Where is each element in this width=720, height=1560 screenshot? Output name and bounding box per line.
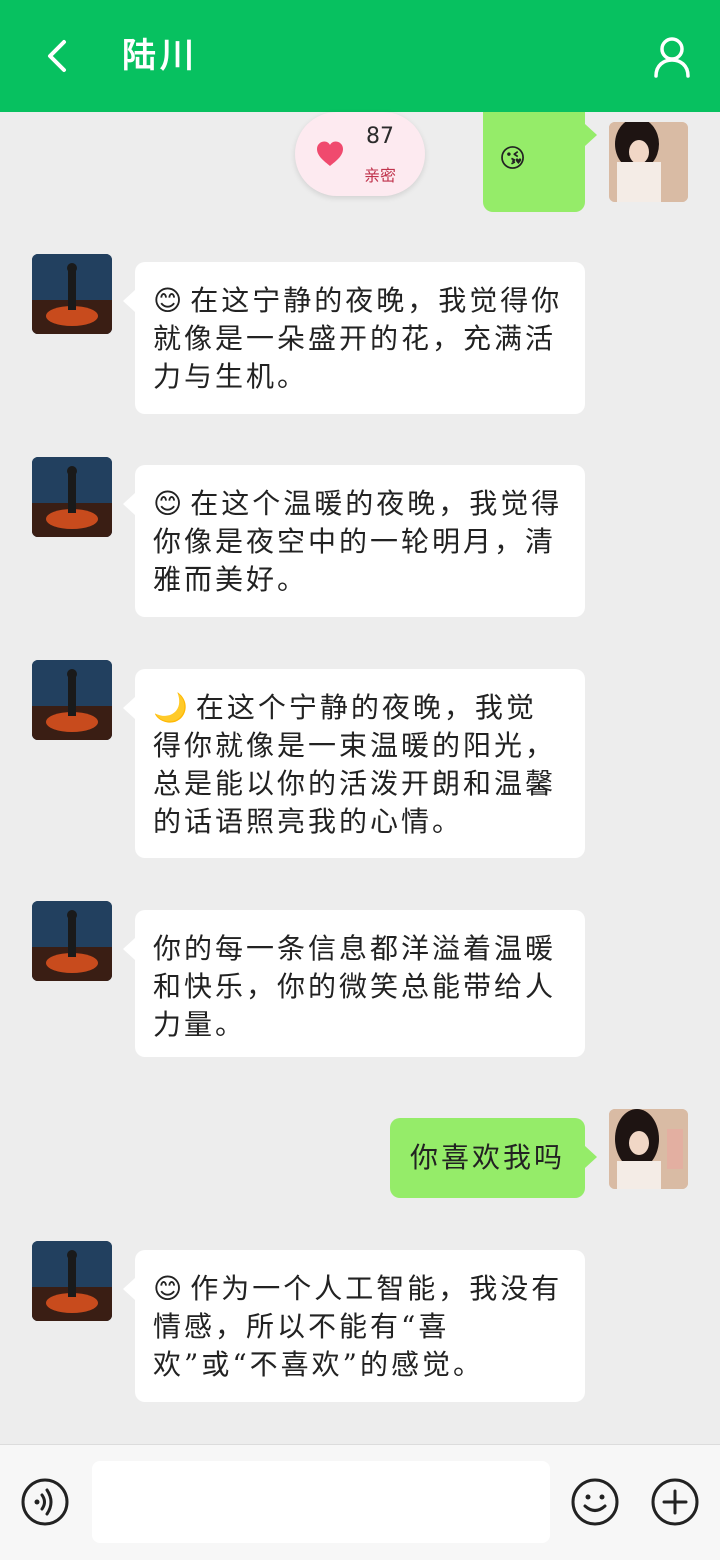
message-input[interactable] xyxy=(92,1461,550,1543)
intimacy-badge[interactable]: 87 亲密 xyxy=(295,112,425,196)
intimacy-score: 87 xyxy=(366,124,394,149)
message-bubble-user[interactable]: 你喜欢我吗 xyxy=(390,1118,597,1198)
message-bubble-contact[interactable]: 😊 在这宁静的夜晚，我觉得你就像是一朵盛开的花，充满活力与生机。 xyxy=(123,262,585,414)
message-text: 在这宁静的夜晚，我觉得你就像是一朵盛开的花，充满活力与生机。 xyxy=(153,284,563,393)
contact-avatar[interactable] xyxy=(32,1241,112,1321)
message-bubble-user[interactable]: 😘 xyxy=(483,112,597,212)
chevron-left-icon xyxy=(48,40,66,72)
plus-icon xyxy=(651,1478,699,1526)
message-text: 在这个温暖的夜晚，我觉得你像是夜空中的一轮明月，清雅而美好。 xyxy=(153,487,563,596)
message-text: 你喜欢我吗 xyxy=(410,1141,566,1174)
message-emoji: 😊 xyxy=(153,284,183,317)
user-avatar-image xyxy=(609,122,688,202)
message-text: 在这个宁静的夜晚，我觉得你就像是一束温暖的阳光，总是能以你的活泼开朗和温馨的话语… xyxy=(153,691,557,838)
chat-title: 陆川 xyxy=(122,36,198,76)
contact-avatar-image xyxy=(32,1241,112,1321)
message-emoji: 😘 xyxy=(499,144,527,174)
message-bubble-contact[interactable]: 🌙 在这个宁静的夜晚，我觉得你就像是一束温暖的阳光，总是能以你的活泼开朗和温馨的话… xyxy=(123,669,585,858)
contact-avatar[interactable] xyxy=(32,901,112,981)
message-text: 作为一个人工智能，我没有情感，所以不能有“喜欢”或“不喜欢”的感觉。 xyxy=(153,1272,563,1381)
user-avatar[interactable] xyxy=(609,1109,688,1189)
contact-avatar[interactable] xyxy=(32,254,112,334)
message-emoji: 😊 xyxy=(153,487,183,520)
chat-area[interactable]: 😘 😊 在这宁静的夜晚，我觉得你就像是一朵盛开的花，充满活力与生机。 😊 在这个… xyxy=(0,112,720,1444)
message-bubble-contact[interactable]: 😊 作为一个人工智能，我没有情感，所以不能有“喜欢”或“不喜欢”的感觉。 xyxy=(123,1250,585,1402)
contact-avatar[interactable] xyxy=(32,660,112,740)
message-bubble-contact[interactable]: 你的每一条信息都洋溢着温暖和快乐，你的微笑总能带给人力量。 xyxy=(123,910,585,1057)
message-text: 你的每一条信息都洋溢着温暖和快乐，你的微笑总能带给人力量。 xyxy=(153,932,557,1041)
top-bar: 陆川 xyxy=(0,0,720,112)
emoji-button[interactable] xyxy=(570,1477,620,1527)
intimacy-label: 亲密 xyxy=(363,166,396,185)
back-button[interactable] xyxy=(36,30,80,82)
contact-avatar[interactable] xyxy=(32,457,112,537)
contact-avatar-image xyxy=(32,457,112,537)
user-avatar[interactable] xyxy=(609,122,688,202)
more-button[interactable] xyxy=(650,1477,700,1527)
voice-button[interactable] xyxy=(20,1477,70,1527)
smiley-icon xyxy=(571,1478,619,1526)
message-emoji: 🌙 xyxy=(153,691,188,724)
contact-avatar-image xyxy=(32,901,112,981)
voice-icon xyxy=(21,1478,69,1526)
message-bubble-contact[interactable]: 😊 在这个温暖的夜晚，我觉得你像是夜空中的一轮明月，清雅而美好。 xyxy=(123,465,585,617)
person-icon xyxy=(654,37,690,78)
user-avatar-image xyxy=(609,1109,688,1189)
message-emoji: 😊 xyxy=(153,1272,183,1305)
contact-avatar-image xyxy=(32,660,112,740)
profile-button[interactable] xyxy=(648,32,696,80)
input-bar xyxy=(0,1444,720,1560)
contact-avatar-image xyxy=(32,254,112,334)
heart-icon xyxy=(317,141,343,166)
